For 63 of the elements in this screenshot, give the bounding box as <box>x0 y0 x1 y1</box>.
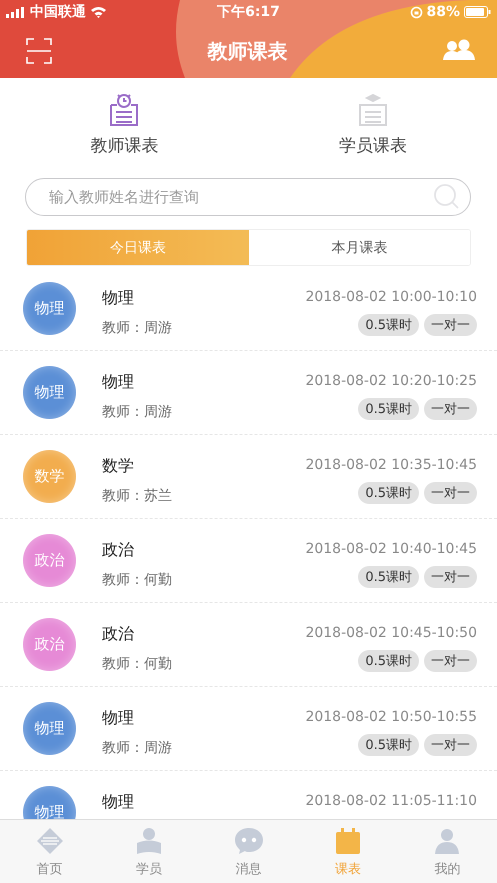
nav-tab[interactable]: 课表 <box>298 820 398 883</box>
subject-avatar: 物理 <box>23 282 76 335</box>
lesson-tag: 一对一 <box>424 566 477 588</box>
lesson-time: 2018-08-02 10:35-10:45 <box>305 457 477 473</box>
lesson-time: 2018-08-02 10:45-10:50 <box>305 625 477 641</box>
subject-avatar: 物理 <box>23 786 76 819</box>
schedule-tab[interactable]: 今日课表 <box>27 230 248 265</box>
subject-avatar: 政治 <box>23 618 76 671</box>
view-tab[interactable]: 教师课表 <box>0 78 248 170</box>
subject-avatar: 政治 <box>23 534 76 587</box>
lesson-tag: 一对一 <box>424 482 477 504</box>
subject-name: 物理 <box>102 792 135 813</box>
lesson-tag: 0.5课时 <box>358 482 419 504</box>
battery-percent: 88% <box>426 4 460 20</box>
lesson-tag: 0.5课时 <box>358 398 419 420</box>
search-icon[interactable] <box>433 183 461 211</box>
page-title: 教师课表 <box>208 38 288 64</box>
clock-time: 下午6:17 <box>217 3 280 21</box>
subject-avatar: 物理 <box>23 702 76 755</box>
diamond-icon <box>36 827 64 855</box>
nav-tab[interactable]: 学员 <box>99 820 199 883</box>
lesson-tag: 0.5课时 <box>358 314 419 336</box>
nav-tab[interactable]: 我的 <box>398 820 497 883</box>
lesson-tag: 一对一 <box>424 650 477 672</box>
lesson-time: 2018-08-02 10:20-10:25 <box>305 373 477 389</box>
lesson-tag: 一对一 <box>424 314 477 336</box>
lesson-tag: 一对一 <box>424 734 477 756</box>
chat-bubble-icon <box>234 827 264 855</box>
lesson-tag: 0.5课时 <box>358 734 419 756</box>
person-icon <box>433 827 462 855</box>
battery-icon <box>464 6 492 18</box>
wifi-icon <box>90 6 107 18</box>
teacher-name: 教师：苏兰 <box>102 487 173 505</box>
subject-name: 物理 <box>102 708 135 729</box>
lesson-tag: 0.5课时 <box>358 650 419 672</box>
search-field[interactable]: 输入教师姓名进行查询 <box>25 178 471 216</box>
subject-name: 政治 <box>102 624 135 645</box>
calendar-icon <box>334 827 362 855</box>
nav-tab[interactable]: 消息 <box>198 820 298 883</box>
subject-avatar: 物理 <box>23 366 76 419</box>
carrier-name: 中国联通 <box>30 3 86 21</box>
signal-icon <box>6 6 26 18</box>
teacher-name: 教师：周游 <box>102 739 173 757</box>
nav-tab[interactable]: 首页 <box>0 820 100 883</box>
subject-avatar: 数学 <box>23 450 76 503</box>
subject-name: 数学 <box>102 456 135 477</box>
lesson-time: 2018-08-02 10:40-10:45 <box>305 541 477 557</box>
lesson-tag: 0.5课时 <box>358 566 419 588</box>
lesson-time: 2018-08-02 10:00-10:10 <box>305 289 477 305</box>
lesson-time: 2018-08-02 11:05-11:10 <box>305 793 477 809</box>
lesson-tag: 一对一 <box>424 398 477 420</box>
view-tab[interactable]: 学员课表 <box>248 78 497 170</box>
teacher-name: 教师：周游 <box>102 403 173 421</box>
reader-icon <box>135 827 164 855</box>
subject-name: 政治 <box>102 540 135 561</box>
group-icon[interactable] <box>443 39 475 63</box>
scan-icon[interactable] <box>26 38 52 64</box>
subject-name: 物理 <box>102 288 135 309</box>
teacher-name: 教师：何勤 <box>102 571 173 589</box>
lesson-time: 2018-08-02 10:50-10:55 <box>305 709 477 725</box>
teacher-name: 教师：周游 <box>102 319 173 337</box>
teacher-name: 教师：何勤 <box>102 655 173 673</box>
subject-name: 物理 <box>102 372 135 393</box>
